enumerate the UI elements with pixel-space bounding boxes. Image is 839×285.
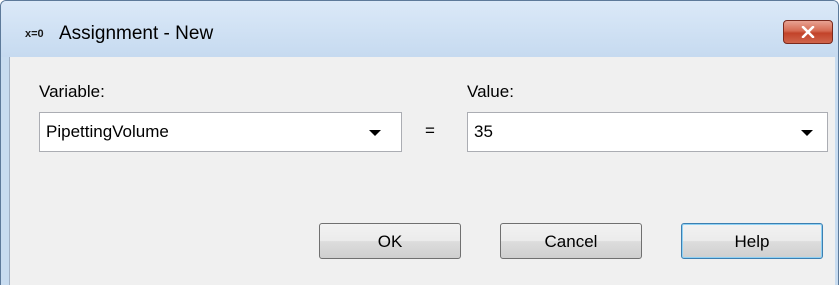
dialog-window: x=0 Assignment - New Variable: Pipetting… [0, 0, 839, 285]
ok-button[interactable]: OK [319, 223, 461, 259]
close-icon [801, 26, 815, 38]
variable-label: Variable: [39, 82, 105, 101]
equals-sign: = [425, 121, 435, 140]
value-label: Value: [467, 82, 514, 101]
close-button[interactable] [783, 20, 833, 44]
window-title: Assignment - New [59, 23, 214, 44]
cancel-button[interactable]: Cancel [500, 223, 642, 259]
chevron-down-icon[interactable] [801, 130, 813, 136]
help-button[interactable]: Help [681, 223, 823, 259]
value-combobox[interactable]: 35 [467, 112, 828, 152]
title-bar[interactable]: x=0 Assignment - New [1, 1, 838, 57]
variable-combobox[interactable]: PipettingVolume [39, 112, 402, 152]
value-value: 35 [474, 122, 493, 141]
chevron-down-icon[interactable] [369, 130, 381, 136]
assignment-app-icon: x=0 [25, 28, 44, 40]
dialog-body: Variable: PipettingVolume = Value: 35 OK… [9, 57, 835, 285]
variable-value: PipettingVolume [46, 122, 169, 141]
